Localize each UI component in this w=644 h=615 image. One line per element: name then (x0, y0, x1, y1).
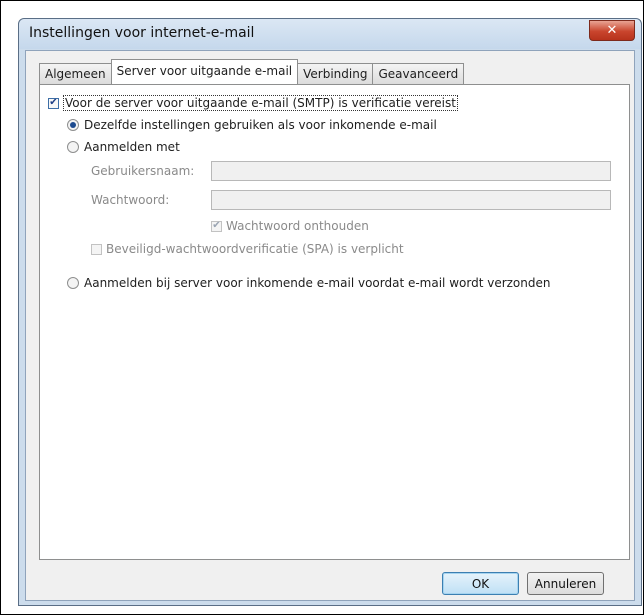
radio-same-settings-row: Dezelfde instellingen gebruiken als voor… (67, 118, 437, 132)
tab-server-uitgaande-email[interactable]: Server voor uitgaande e-mail (110, 59, 299, 84)
password-input[interactable] (211, 190, 611, 210)
radio-selected-dot (70, 122, 76, 128)
remember-password-row: ✔ Wachtwoord onthouden (211, 219, 369, 233)
close-button[interactable]: ✕ (589, 20, 635, 41)
ok-button[interactable]: OK (442, 572, 519, 595)
radio-login-incoming-row: Aanmelden bij server voor inkomende e-ma… (67, 276, 550, 290)
tab-verbinding[interactable]: Verbinding (297, 63, 374, 84)
radio-login-incoming-label: Aanmelden bij server voor inkomende e-ma… (84, 276, 551, 290)
password-label-row: Wachtwoord: (91, 193, 169, 207)
remember-password-checkbox[interactable]: ✔ (211, 220, 222, 232)
remember-password-label: Wachtwoord onthouden (226, 219, 369, 233)
username-label: Gebruikersnaam: (91, 164, 195, 178)
smtp-auth-label: Voor de server voor uitgaande e-mail (SM… (63, 95, 458, 111)
radio-same-settings[interactable] (67, 119, 79, 131)
username-label-row: Gebruikersnaam: (91, 164, 194, 178)
tab-strip: Algemeen Server voor uitgaande e-mail Ve… (39, 59, 465, 84)
dialog-window: Instellingen voor internet-e-mail ✕ Alge… (18, 18, 642, 606)
spa-row: Beveiligd-wachtwoordverificatie (SPA) is… (91, 242, 404, 256)
radio-login-with-row: Aanmelden met (67, 140, 180, 154)
spa-checkbox[interactable] (91, 243, 102, 255)
smtp-auth-row: ✔ Voor de server voor uitgaande e-mail (… (48, 95, 458, 111)
radio-login-incoming[interactable] (67, 277, 79, 289)
spa-label: Beveiligd-wachtwoordverificatie (SPA) is… (106, 242, 404, 256)
tab-panel-outgoing-server: ✔ Voor de server voor uitgaande e-mail (… (39, 84, 630, 560)
close-icon: ✕ (606, 23, 618, 38)
checkmark-icon: ✔ (49, 97, 58, 108)
password-label: Wachtwoord: (91, 193, 170, 207)
checkmark-icon: ✔ (212, 220, 221, 231)
smtp-auth-checkbox[interactable]: ✔ (48, 97, 59, 109)
tab-algemeen[interactable]: Algemeen (39, 63, 112, 84)
radio-login-with-label: Aanmelden met (84, 140, 180, 154)
radio-login-with[interactable] (67, 141, 79, 153)
cancel-button[interactable]: Annuleren (527, 572, 604, 595)
dialog-client-area: Algemeen Server voor uitgaande e-mail Ve… (25, 50, 635, 601)
window-title: Instellingen voor internet-e-mail (29, 25, 255, 41)
tab-geavanceerd[interactable]: Geavanceerd (372, 63, 465, 84)
title-bar: Instellingen voor internet-e-mail ✕ (19, 19, 641, 49)
radio-same-settings-label: Dezelfde instellingen gebruiken als voor… (84, 118, 437, 132)
username-input[interactable] (211, 161, 611, 181)
